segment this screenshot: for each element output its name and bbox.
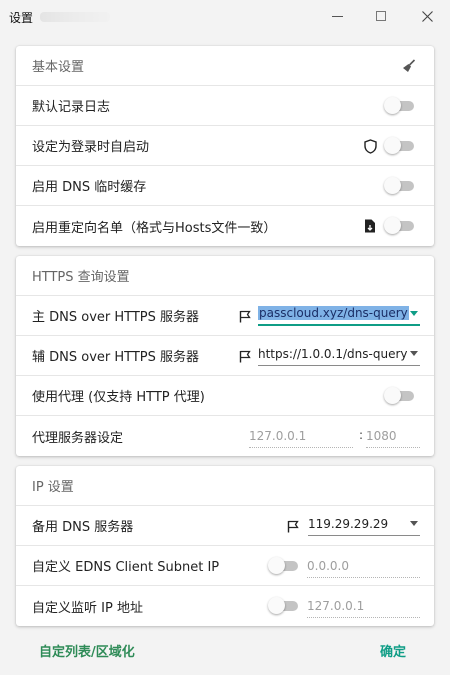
proxy-port-placeholder: 1080	[366, 428, 397, 443]
close-button[interactable]	[404, 0, 450, 32]
ip-settings-header: IP 设置	[32, 480, 74, 495]
autostart-toggle[interactable]	[384, 137, 416, 154]
listen-ip-label: 自定义监听 IP 地址	[32, 600, 143, 616]
backup-dns-row: 备用 DNS 服务器 119.29.29.29	[16, 506, 434, 546]
ecs-toggle[interactable]	[268, 557, 300, 574]
proxy-toggle[interactable]	[384, 387, 416, 404]
listen-ip-toggle[interactable]	[268, 597, 300, 614]
secondary-doh-value: https://1.0.0.1/dns-query	[258, 346, 408, 361]
secondary-doh-select[interactable]: https://1.0.0.1/dns-query	[258, 342, 420, 366]
proxy-port-input[interactable]: 1080	[366, 424, 420, 448]
secondary-doh-label: 辅 DNS over HTTPS 服务器	[32, 350, 200, 365]
flag-icon	[238, 348, 252, 364]
ecs-placeholder: 0.0.0.0	[307, 558, 349, 573]
backup-dns-select[interactable]: 119.29.29.29	[308, 512, 420, 536]
proxy-row: 使用代理 (仅支持 HTTP 代理)	[16, 376, 434, 416]
proxy-host-placeholder: 127.0.0.1	[249, 428, 307, 443]
backup-dns-value: 119.29.29.29	[308, 516, 389, 531]
maximize-button[interactable]	[358, 0, 404, 32]
basic-settings-header: 基本设置	[32, 60, 85, 75]
dns-cache-label: 启用 DNS 临时缓存	[32, 180, 147, 195]
autostart-label: 设定为登录时自启动	[32, 140, 150, 155]
close-icon	[421, 10, 433, 22]
flag-icon	[286, 518, 300, 534]
redirect-label: 启用重定向名单（格式与Hosts文件一致）	[32, 220, 277, 236]
autostart-row: 设定为登录时自启动	[16, 126, 434, 166]
dns-cache-row: 启用 DNS 临时缓存	[16, 166, 434, 206]
listen-ip-placeholder: 127.0.0.1	[307, 598, 365, 613]
secondary-doh-row: 辅 DNS over HTTPS 服务器 https://1.0.0.1/dns…	[16, 336, 434, 376]
maximize-icon	[376, 11, 386, 21]
listen-ip-input[interactable]: 127.0.0.1	[307, 594, 420, 618]
card-header: HTTPS 查询设置	[16, 256, 434, 296]
ecs-row: 自定义 EDNS Client Subnet IP 0.0.0.0	[16, 546, 434, 586]
window-title: 设置	[9, 11, 34, 25]
https-settings-header: HTTPS 查询设置	[32, 270, 130, 285]
chevron-down-icon	[410, 521, 418, 526]
minimize-icon	[331, 15, 343, 17]
primary-doh-row: 主 DNS over HTTPS 服务器 passcloud.xyz/dns-q…	[16, 296, 434, 336]
ecs-input[interactable]: 0.0.0.0	[307, 554, 420, 578]
ip-settings-card: IP 设置 备用 DNS 服务器 119.29.29.29 自定义 EDNS C…	[16, 466, 434, 626]
chevron-down-icon	[410, 311, 418, 316]
proxy-label: 使用代理 (仅支持 HTTP 代理)	[32, 390, 205, 405]
shield-icon	[362, 138, 378, 154]
log-toggle[interactable]	[384, 97, 416, 114]
listen-ip-row: 自定义监听 IP 地址 127.0.0.1	[16, 586, 434, 626]
https-settings-card: HTTPS 查询设置 主 DNS over HTTPS 服务器 passclou…	[16, 256, 434, 456]
primary-doh-value: passcloud.xyz/dns-query	[258, 306, 409, 320]
custom-list-button[interactable]: 自定列表/区域化	[39, 641, 135, 660]
blurred-title-text	[40, 12, 110, 22]
proxy-host-input[interactable]: 127.0.0.1	[249, 424, 353, 448]
ok-button[interactable]: 确定	[380, 641, 406, 660]
file-icon[interactable]	[362, 218, 378, 234]
proxy-server-label: 代理服务器设定	[32, 430, 124, 446]
card-header: IP 设置	[16, 466, 434, 506]
backup-dns-label: 备用 DNS 服务器	[32, 520, 134, 535]
redirect-row: 启用重定向名单（格式与Hosts文件一致）	[16, 206, 434, 246]
ecs-label: 自定义 EDNS Client Subnet IP	[32, 560, 220, 575]
proxy-server-row: 代理服务器设定 127.0.0.1 : 1080	[16, 416, 434, 456]
primary-doh-label: 主 DNS over HTTPS 服务器	[32, 310, 200, 325]
log-label: 默认记录日志	[32, 100, 111, 115]
port-separator: :	[359, 428, 364, 442]
basic-settings-card: 基本设置 默认记录日志 设定为登录时自启动 启用 DNS 临时缓存 启用重定向名…	[16, 46, 434, 246]
primary-doh-select[interactable]: passcloud.xyz/dns-query	[258, 302, 420, 326]
minimize-button[interactable]	[314, 0, 360, 32]
title-bar: 设置	[0, 0, 450, 34]
flag-icon	[238, 308, 252, 324]
broom-icon[interactable]	[401, 58, 417, 74]
log-row: 默认记录日志	[16, 86, 434, 126]
card-header: 基本设置	[16, 46, 434, 86]
chevron-down-icon	[410, 351, 418, 356]
dns-cache-toggle[interactable]	[384, 177, 416, 194]
redirect-toggle[interactable]	[384, 217, 416, 234]
